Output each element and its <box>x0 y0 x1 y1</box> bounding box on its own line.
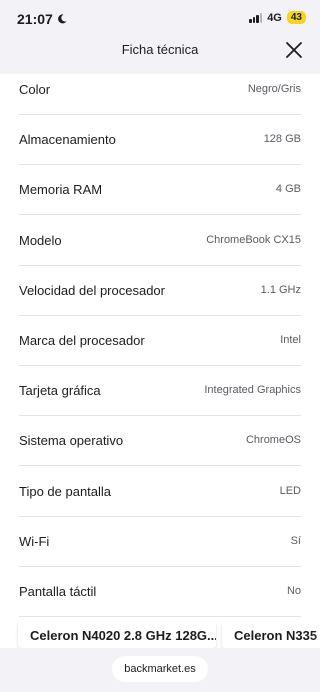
spec-row-ram: Memoria RAM 4 GB <box>19 165 301 216</box>
status-time: 21:07 <box>17 11 67 27</box>
spec-value: ChromeOS <box>245 434 301 447</box>
spec-label: Velocidad del procesador <box>19 282 165 298</box>
spec-row-cpu-brand: Marca del procesador Intel <box>19 316 301 366</box>
spec-label: Tipo de pantalla <box>19 483 112 499</box>
spec-row-wifi: Wi-Fi Sí <box>19 517 301 567</box>
spec-label: Sistema operativo <box>19 433 124 449</box>
spec-value: ChromeBook CX15 <box>206 233 301 246</box>
spec-value: No <box>286 584 301 597</box>
spec-label: Color <box>19 82 51 97</box>
spec-label: Modelo <box>19 232 62 248</box>
spec-row-model: Modelo ChromeBook CX15 <box>19 215 301 266</box>
product-card[interactable]: Celeron N4020 2.8 GHz 128G... <box>18 622 216 648</box>
spec-value: 128 GB <box>263 133 301 146</box>
close-button[interactable] <box>282 38 306 62</box>
product-card-label: Celeron N335 <box>234 628 318 643</box>
spec-value: 1.1 GHz <box>260 283 301 296</box>
spec-value: Sí <box>290 534 301 547</box>
url-bar[interactable]: backmarket.es <box>112 656 208 682</box>
spec-label: Almacenamiento <box>19 132 116 148</box>
time-text: 21:07 <box>17 11 53 27</box>
spec-row-cpu-speed: Velocidad del procesador 1.1 GHz <box>19 266 301 316</box>
spec-row-touchscreen: Pantalla táctil No <box>19 567 301 617</box>
spec-value: Intel <box>280 333 301 346</box>
status-indicators: 4G 43 <box>249 11 306 24</box>
spec-row-storage: Almacenamiento 128 GB <box>19 115 301 166</box>
spec-value: 4 GB <box>275 183 301 196</box>
spec-label: Memoria RAM <box>19 182 103 198</box>
battery-indicator: 43 <box>286 11 306 24</box>
spec-value: Integrated Graphics <box>204 384 301 397</box>
spec-label: Marca del procesador <box>19 332 145 348</box>
product-card-label: Celeron N4020 2.8 GHz 128G... <box>30 628 216 643</box>
spec-row-graphics: Tarjeta gráfica Integrated Graphics <box>19 366 301 417</box>
spec-list: Color Negro/Gris Almacenamiento 128 GB M… <box>0 74 320 617</box>
browser-bar: backmarket.es <box>0 648 320 692</box>
moon-icon <box>57 14 67 24</box>
product-carousel: Celeron N4020 2.8 GHz 128G... Celeron N3… <box>0 622 320 648</box>
spec-label: Wi-Fi <box>19 533 50 549</box>
url-text: backmarket.es <box>124 663 196 675</box>
signal-icon <box>249 12 263 23</box>
status-bar: 21:07 4G 43 <box>0 0 320 36</box>
spec-label: Pantalla táctil <box>19 583 97 599</box>
sheet-header: Ficha técnica <box>0 36 320 74</box>
close-icon <box>286 42 302 58</box>
spec-row-screen-type: Tipo de pantalla LED <box>19 466 301 517</box>
network-type: 4G <box>267 11 282 24</box>
spec-row-os: Sistema operativo ChromeOS <box>19 416 301 467</box>
spec-label: Tarjeta gráfica <box>19 383 101 399</box>
spec-row-color: Color Negro/Gris <box>19 74 301 115</box>
spec-value: LED <box>279 484 301 497</box>
product-card[interactable]: Celeron N335 <box>222 622 320 648</box>
page-title: Ficha técnica <box>121 42 199 57</box>
spec-value: Negro/Gris <box>247 83 301 95</box>
